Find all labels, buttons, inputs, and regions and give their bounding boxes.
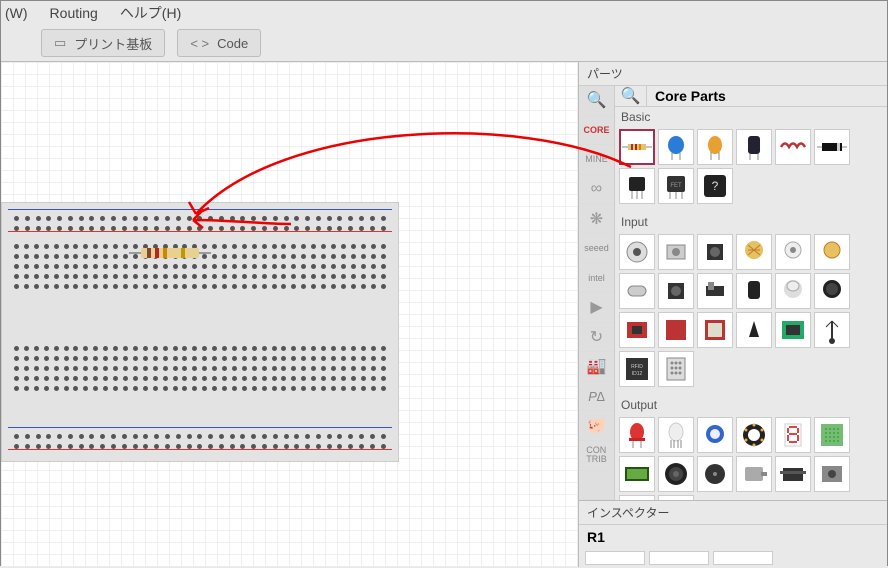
bin-more[interactable] (579, 471, 614, 500)
play-icon: ▶ (590, 297, 602, 317)
part-led-red[interactable] (619, 417, 655, 453)
part-photocell[interactable] (736, 234, 772, 270)
part-accelerometer[interactable] (619, 312, 655, 348)
menu-help[interactable]: ヘルプ(H) (120, 3, 181, 23)
menu-routing[interactable]: Routing (50, 5, 98, 21)
loop-icon: ↻ (590, 327, 603, 347)
menu-window[interactable]: (W) (5, 5, 28, 21)
part-inductor[interactable] (775, 129, 811, 165)
inspector-panel: インスペクター R1 (579, 500, 887, 567)
bin-factory[interactable]: 🏭 (579, 352, 614, 382)
part-servo[interactable] (775, 456, 811, 492)
part-crystal[interactable] (619, 273, 655, 309)
part-led-blue[interactable] (697, 417, 733, 453)
part-resistor[interactable] (619, 129, 655, 165)
inspector-part-name: R1 (579, 525, 887, 549)
part-piezo[interactable] (697, 456, 733, 492)
part-capacitor-electrolytic[interactable] (736, 129, 772, 165)
magnifier-icon: 🔍 (621, 86, 641, 106)
part-mosfet[interactable]: FET (658, 168, 694, 204)
bin-seeed[interactable]: seeed (579, 234, 614, 264)
part-mystery[interactable]: ? (697, 168, 733, 204)
bin-mine[interactable]: MINE (579, 145, 614, 175)
part-diode[interactable] (814, 129, 850, 165)
part-gps[interactable] (697, 312, 733, 348)
parts-bin-title: Core Parts (647, 88, 726, 104)
output-parts-grid (615, 415, 887, 500)
part-phototransistor[interactable] (775, 234, 811, 270)
section-input-label: Input (615, 212, 887, 232)
bin-contrib[interactable]: CON TRIB (579, 441, 614, 471)
part-capacitor-tantalum[interactable] (697, 129, 733, 165)
bin-search[interactable]: 🔍 (579, 86, 614, 116)
part-speaker[interactable] (658, 456, 694, 492)
svg-text:FET: FET (670, 183, 682, 189)
section-output-label: Output (615, 395, 887, 415)
part-trimpot[interactable] (658, 234, 694, 270)
animal-icon: 🐖 (587, 416, 607, 436)
part-transistor[interactable] (619, 168, 655, 204)
toolbar: ▭ プリント基板 < > Code (1, 25, 887, 61)
part-keypad[interactable] (658, 351, 694, 387)
part-button[interactable] (658, 273, 694, 309)
part-antenna[interactable] (814, 312, 850, 348)
breadboard-canvas[interactable] (1, 61, 579, 567)
bin-animal[interactable]: 🐖 (579, 411, 614, 441)
part-thermistor[interactable] (814, 234, 850, 270)
svg-text:ID12: ID12 (632, 371, 643, 377)
part-tilt-sensor[interactable] (736, 273, 772, 309)
resistor-component[interactable] (141, 248, 199, 258)
search-icon: 🔍 (587, 90, 607, 110)
bin-pa[interactable]: P∆ (579, 382, 614, 412)
inspector-title: インスペクター (579, 501, 887, 525)
input-parts-grid: RFIDID12 (615, 232, 887, 395)
parts-search-button[interactable]: 🔍 (615, 86, 647, 106)
part-neopixel-ring[interactable] (736, 417, 772, 453)
inspector-field-2[interactable] (649, 551, 709, 565)
bin-play[interactable]: ▶ (579, 293, 614, 323)
svg-text:RFID: RFID (631, 364, 643, 370)
part-led-matrix[interactable] (814, 417, 850, 453)
part-potentiometer[interactable] (619, 234, 655, 270)
pcb-icon: ▭ (54, 35, 66, 51)
part-microphone[interactable] (814, 273, 850, 309)
bin-intel[interactable]: intel (579, 263, 614, 293)
part-led-rgb[interactable] (658, 417, 694, 453)
part-capacitor-ceramic[interactable] (658, 129, 694, 165)
code-view-button[interactable]: < > Code (177, 29, 261, 57)
part-stepper[interactable] (814, 456, 850, 492)
parts-panel-title: パーツ (579, 62, 887, 86)
part-temp-sensor[interactable] (736, 312, 772, 348)
pcb-view-button[interactable]: ▭ プリント基板 (41, 29, 165, 57)
inspector-field-3[interactable] (713, 551, 773, 565)
section-basic-label: Basic (615, 107, 887, 127)
bin-arduino[interactable]: ∞ (579, 175, 614, 205)
part-pir[interactable] (775, 273, 811, 309)
parts-bin-tabs: 🔍 CORE MINE ∞ ❋ seeed intel ▶ ↻ 🏭 P∆ 🐖 C… (579, 86, 615, 500)
arduino-icon: ∞ (591, 180, 602, 198)
part-gyro[interactable] (658, 312, 694, 348)
part-lcd[interactable] (619, 456, 655, 492)
code-icon: < > (190, 36, 209, 51)
part-color-sensor[interactable] (775, 312, 811, 348)
part-encoder[interactable] (697, 234, 733, 270)
part-rfid[interactable]: RFIDID12 (619, 351, 655, 387)
menubar: (W) Routing ヘルプ(H) (1, 1, 887, 25)
bin-loop[interactable]: ↻ (579, 323, 614, 353)
svg-text:?: ? (712, 179, 719, 193)
breadboard[interactable] (1, 202, 399, 462)
part-motor[interactable] (736, 456, 772, 492)
sparkfun-icon: ❋ (590, 209, 603, 229)
right-panel: パーツ 🔍 CORE MINE ∞ ❋ seeed intel ▶ ↻ 🏭 P∆… (579, 61, 887, 567)
inspector-field-1[interactable] (585, 551, 645, 565)
part-switch[interactable] (697, 273, 733, 309)
factory-icon: 🏭 (587, 356, 607, 376)
part-7segment[interactable] (775, 417, 811, 453)
bin-sparkfun[interactable]: ❋ (579, 204, 614, 234)
basic-parts-grid: FET ? (615, 127, 887, 212)
bin-core[interactable]: CORE (579, 116, 614, 146)
